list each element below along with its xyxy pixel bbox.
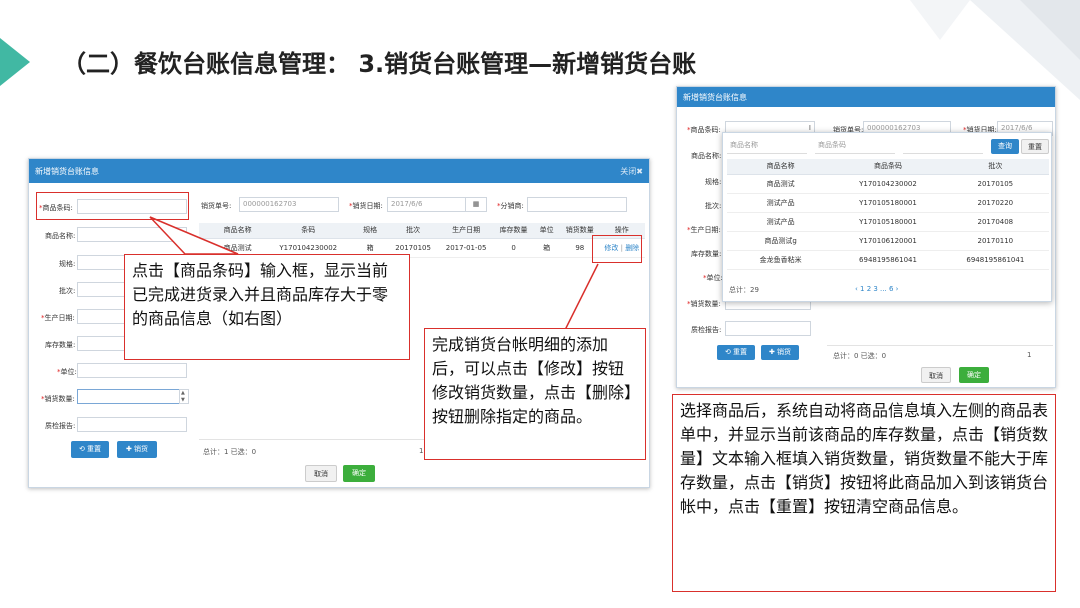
r-field-stock-label: 库存数量: <box>691 250 722 258</box>
confirm-button[interactable]: 确定 <box>343 465 375 482</box>
popup-extra-search[interactable] <box>903 139 983 154</box>
r-field-spec-label: 规格: <box>705 178 722 186</box>
sale-qty-input[interactable] <box>77 389 181 404</box>
plus-icon: ✚ <box>125 445 135 453</box>
col-stock: 库存数量 <box>494 223 533 239</box>
popup-pagination[interactable]: ‹ 1 2 3 ... 6 › <box>855 285 898 293</box>
select-note-callout: 选择商品后，系统自动将商品信息填入左侧的商品表单中，并显示当前该商品的库存数量，… <box>672 394 1056 592</box>
table-row[interactable]: 测试产品 Y170105180001 20170408 <box>727 212 1049 232</box>
edit-note-callout: 完成销货台帐明细的添加后，可以点击【修改】按钮修改销货数量，点击【删除】按钮删除… <box>424 328 646 460</box>
r-reset-button[interactable]: ⟲ 重置 <box>717 345 755 360</box>
actions-highlight-box <box>592 235 642 263</box>
r-sell-button[interactable]: ✚ 销货 <box>761 345 799 360</box>
r-footer-divider <box>827 345 1053 346</box>
calendar-icon[interactable]: ▦ <box>465 197 487 212</box>
title-marker-icon <box>0 38 30 86</box>
right-dialog-header: 新增销货台账信息 <box>677 87 1055 107</box>
left-dialog-header: 新增销货台账信息 关闭✖ <box>29 159 649 183</box>
order-no-input[interactable]: 000000162703 <box>239 197 339 212</box>
product-table-header: 商品名称 商品条码 批次 <box>727 159 1049 175</box>
refresh-icon: ⟲ <box>724 348 734 356</box>
r-field-barcode-label: *商品条码: <box>687 126 721 134</box>
table-row[interactable]: 金龙鱼香粘米 6948195861041 6948195861041 <box>727 250 1049 270</box>
order-no-label: 销货单号: <box>201 202 232 210</box>
barcode-highlight-box <box>36 192 189 220</box>
sale-detail-table: 商品名称 条码 规格 批次 生产日期 库存数量 单位 销货数量 操作 商品测试 … <box>199 223 645 258</box>
r-field-prod-date-label: *生产日期: <box>687 226 721 234</box>
field-sale-qty-label: *销货数量: <box>41 395 75 403</box>
field-unit-label: *单位: <box>57 368 77 376</box>
product-select-popup: 商品名称 商品条码 查询 重置 商品名称 商品条码 批次 商品测试 Y170104… <box>722 132 1052 302</box>
left-page-indicator[interactable]: 1 <box>419 447 423 455</box>
product-table: 商品名称 商品条码 批次 商品测试 Y170104230002 20170105 测… <box>727 159 1049 270</box>
r-field-sale-qty-label: *销货数量: <box>687 300 721 308</box>
col-prod-date: 生产日期 <box>437 223 495 239</box>
sell-button[interactable]: ✚ 销货 <box>117 441 157 458</box>
r-field-name-label: 商品名称: <box>691 152 722 160</box>
table-row[interactable]: 商品测试 Y170104230002 20170105 <box>727 174 1049 194</box>
field-name-label: 商品名称: <box>45 232 76 240</box>
r-field-report-label: 质检报告: <box>691 326 722 334</box>
col-product-batch: 批次 <box>941 159 1049 175</box>
col-name: 商品名称 <box>210 223 266 239</box>
reset-button[interactable]: ⟲ 重置 <box>71 441 109 458</box>
r-report-input[interactable] <box>725 321 811 336</box>
sale-date-label: *销货日期: <box>349 202 383 210</box>
r-field-batch-label: 批次: <box>705 202 722 210</box>
popup-barcode-search[interactable]: 商品条码 <box>815 139 895 154</box>
left-footer-total: 总计：1 已选：0 <box>203 448 257 456</box>
slide: （二）餐饮台账信息管理： 3.销货台账管理—新增销货台账 新增销货台账信息 关闭… <box>0 0 1080 608</box>
field-prod-date-label: *生产日期: <box>41 314 75 322</box>
r-field-unit-label: *单位: <box>703 274 723 282</box>
r-page-indicator[interactable]: 1 <box>1027 351 1031 359</box>
seller-input[interactable] <box>527 197 627 212</box>
report-input[interactable] <box>77 417 187 432</box>
col-unit: 单位 <box>532 223 562 239</box>
field-spec-label: 规格: <box>59 260 76 268</box>
col-product-name: 商品名称 <box>727 159 835 175</box>
r-confirm-button[interactable]: 确定 <box>959 367 989 383</box>
name-input[interactable] <box>77 227 187 242</box>
r-footer-total: 总计：0 已选：0 <box>833 352 887 360</box>
field-report-label: 质检报告: <box>45 422 76 430</box>
popup-reset-button[interactable]: 重置 <box>1021 139 1049 154</box>
col-batch: 批次 <box>388 223 438 239</box>
corner-decoration <box>910 0 1080 100</box>
sale-qty-stepper[interactable]: ▲ ▼ <box>179 389 189 404</box>
left-dialog-title: 新增销货台账信息 <box>35 166 99 176</box>
table-row[interactable]: 测试产品 Y170105180001 20170220 <box>727 193 1049 213</box>
popup-total: 总计：29 <box>729 286 759 294</box>
sale-date-input[interactable]: 2017/6/6 <box>387 197 477 212</box>
r-cancel-button[interactable]: 取消 <box>921 367 951 383</box>
field-batch-label: 批次: <box>59 287 76 295</box>
plus-icon: ✚ <box>768 348 778 356</box>
table-row[interactable]: 商品测试g Y170106120001 20170110 <box>727 231 1049 251</box>
col-barcode: 条码 <box>265 223 352 239</box>
field-stock-label: 库存数量: <box>45 341 76 349</box>
right-dialog-title: 新增销货台账信息 <box>683 92 747 102</box>
seller-label: *分销商: <box>497 202 524 210</box>
popup-search-button[interactable]: 查询 <box>991 139 1019 154</box>
popup-name-search[interactable]: 商品名称 <box>727 139 807 154</box>
cancel-button[interactable]: 取消 <box>305 465 337 482</box>
close-icon[interactable]: 关闭✖ <box>620 166 643 177</box>
slide-title: （二）餐饮台账信息管理： 3.销货台账管理—新增销货台账 <box>62 50 697 78</box>
barcode-note-callout: 点击【商品条码】输入框，显示当前已完成进货录入并且商品库存大于零的商品信息（如右… <box>124 254 410 360</box>
col-spec: 规格 <box>351 223 389 239</box>
refresh-icon: ⟲ <box>78 445 88 453</box>
table-header-row: 商品名称 条码 规格 批次 生产日期 库存数量 单位 销货数量 操作 <box>199 223 645 239</box>
unit-input[interactable] <box>77 363 187 378</box>
col-product-barcode: 商品条码 <box>834 159 942 175</box>
